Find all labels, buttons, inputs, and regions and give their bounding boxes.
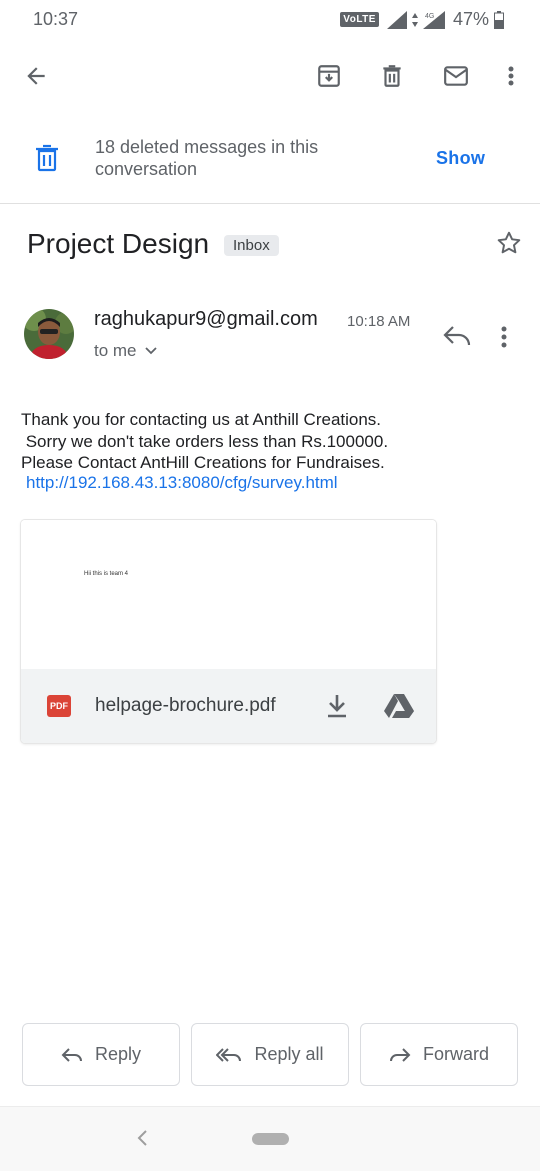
- attachment-footer: PDF helpage-brochure.pdf: [21, 669, 436, 743]
- signal-icon: [386, 10, 407, 29]
- nav-back-icon[interactable]: [135, 1129, 149, 1147]
- survey-link[interactable]: http://192.168.43.13:8080/cfg/survey.htm…: [26, 473, 338, 493]
- save-to-drive-icon[interactable]: [384, 693, 414, 719]
- signal-4g-icon: 4G: [422, 10, 445, 29]
- divider: [0, 203, 540, 204]
- archive-icon[interactable]: [315, 62, 343, 90]
- download-icon[interactable]: [325, 693, 349, 719]
- mark-unread-icon[interactable]: [442, 62, 470, 90]
- battery-percent: 47%: [452, 9, 489, 29]
- email-body: Thank you for contacting us at Anthill C…: [21, 410, 389, 472]
- attachment-preview[interactable]: Hii this is team 4: [21, 520, 436, 669]
- message-more-icon[interactable]: [500, 325, 508, 349]
- sender-email: raghukapur9@gmail.com: [94, 308, 318, 330]
- reply-all-icon: [216, 1047, 242, 1062]
- chevron-down-icon: [144, 347, 157, 355]
- recipient-label: to me: [94, 341, 137, 360]
- email-time: 10:18 AM: [347, 313, 411, 330]
- email-subject: Project Design: [27, 228, 210, 259]
- pdf-file-icon: PDF: [47, 695, 71, 717]
- forward-button[interactable]: Forward: [360, 1023, 518, 1086]
- attachment-preview-text: Hii this is team 4: [84, 571, 129, 577]
- reply-all-label: Reply all: [254, 1044, 324, 1064]
- reply-label: Reply: [94, 1044, 142, 1064]
- network-label: 4G: [425, 13, 434, 20]
- status-icons: VoLTE 4G 47%: [340, 9, 504, 30]
- reply-icon[interactable]: [443, 325, 471, 347]
- attachment-filename[interactable]: helpage-brochure.pdf: [95, 695, 276, 717]
- reply-button[interactable]: Reply: [22, 1023, 180, 1086]
- trash-icon: [36, 144, 58, 172]
- volte-badge: VoLTE: [340, 12, 379, 27]
- deleted-messages-banner: 18 deleted messages in this conversation…: [0, 130, 540, 202]
- toolbar: [0, 48, 540, 104]
- more-vert-icon[interactable]: [497, 62, 525, 90]
- sender-avatar[interactable]: [24, 309, 74, 359]
- reply-all-button[interactable]: Reply all: [191, 1023, 349, 1086]
- battery-icon: [494, 10, 504, 29]
- star-icon[interactable]: [496, 230, 522, 256]
- forward-icon: [389, 1047, 411, 1062]
- status-bar: 10:37 VoLTE 4G 47%: [0, 0, 540, 40]
- data-arrows-icon: [411, 12, 418, 27]
- system-nav-bar: [0, 1106, 540, 1171]
- reply-icon: [61, 1047, 82, 1062]
- back-arrow-icon[interactable]: [22, 62, 50, 90]
- inbox-label-chip[interactable]: Inbox: [224, 235, 279, 256]
- attachment-card[interactable]: Hii this is team 4 PDF helpage-brochure.…: [21, 520, 436, 743]
- deleted-messages-text: 18 deleted messages in this conversation: [95, 137, 319, 179]
- delete-icon[interactable]: [378, 62, 406, 90]
- status-time: 10:37: [33, 9, 79, 29]
- show-deleted-button[interactable]: Show: [436, 148, 485, 169]
- forward-label: Forward: [422, 1044, 489, 1064]
- nav-home-pill[interactable]: [252, 1133, 289, 1145]
- recipient-details-toggle[interactable]: to me: [94, 341, 157, 361]
